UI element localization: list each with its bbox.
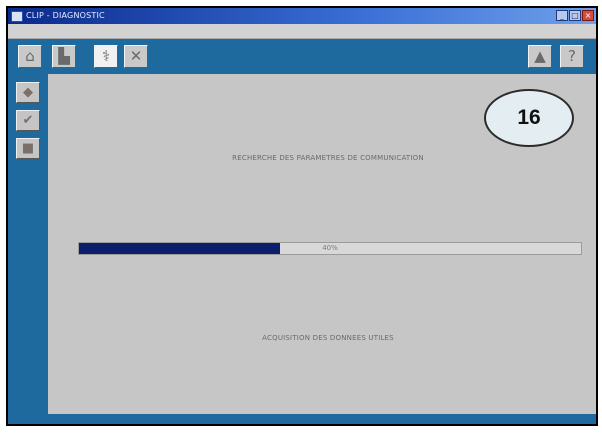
main-panel: 16 RECHERCHE DES PARAMETRES DE COMMUNICA… — [48, 74, 596, 414]
vehicle-identification-button[interactable]: ▙ — [52, 45, 76, 68]
home-button[interactable]: ⌂ — [18, 45, 42, 68]
print-button[interactable]: ▲ — [528, 45, 552, 68]
status-bar — [8, 414, 596, 424]
title-bar: CLIP - DIAGNOSTIC _ □ × — [8, 8, 596, 24]
status-heading: RECHERCHE DES PARAMETRES DE COMMUNICATIO… — [232, 154, 424, 162]
diagnostic-test-icon: ⚕ — [101, 47, 111, 65]
close-button[interactable]: × — [582, 10, 594, 21]
maximize-button[interactable]: □ — [569, 10, 581, 21]
settings-icon: ◆ — [23, 85, 33, 100]
tools-button[interactable]: ✕ — [124, 45, 148, 68]
application-window: CLIP - DIAGNOSTIC _ □ × ⌂ ▙ ⚕ ✕ ▲ ? ◆ ✔ — [6, 6, 598, 426]
home-icon: ⌂ — [25, 47, 35, 65]
checklist-icon: ✔ — [22, 113, 34, 128]
print-icon: ▲ — [534, 47, 546, 65]
app-icon — [11, 11, 23, 22]
help-button[interactable]: ? — [560, 45, 584, 68]
vehicle-identification-icon: ▙ — [58, 47, 70, 65]
help-icon: ? — [568, 47, 576, 65]
progress-label: 40% — [322, 244, 338, 252]
sidebar-checklist-button[interactable]: ✔ — [16, 110, 40, 131]
menu-bar — [8, 24, 596, 39]
toolbar: ⌂ ▙ ⚕ ✕ ▲ ? — [8, 39, 596, 74]
sidebar: ◆ ✔ ■ — [8, 74, 48, 414]
minimize-button[interactable]: _ — [556, 10, 568, 21]
sidebar-notebook-button[interactable]: ■ — [16, 138, 40, 159]
tools-icon: ✕ — [129, 47, 143, 65]
acquisition-status-text: ACQUISITION DES DONNEES UTILES — [262, 334, 394, 342]
progress-bar: 40% — [78, 242, 582, 255]
window-title: CLIP - DIAGNOSTIC — [26, 11, 105, 20]
sidebar-settings-button[interactable]: ◆ — [16, 82, 40, 103]
diagnostic-test-button[interactable]: ⚕ — [94, 45, 118, 68]
notebook-icon: ■ — [21, 141, 35, 156]
step-number-badge: 16 — [484, 89, 574, 147]
